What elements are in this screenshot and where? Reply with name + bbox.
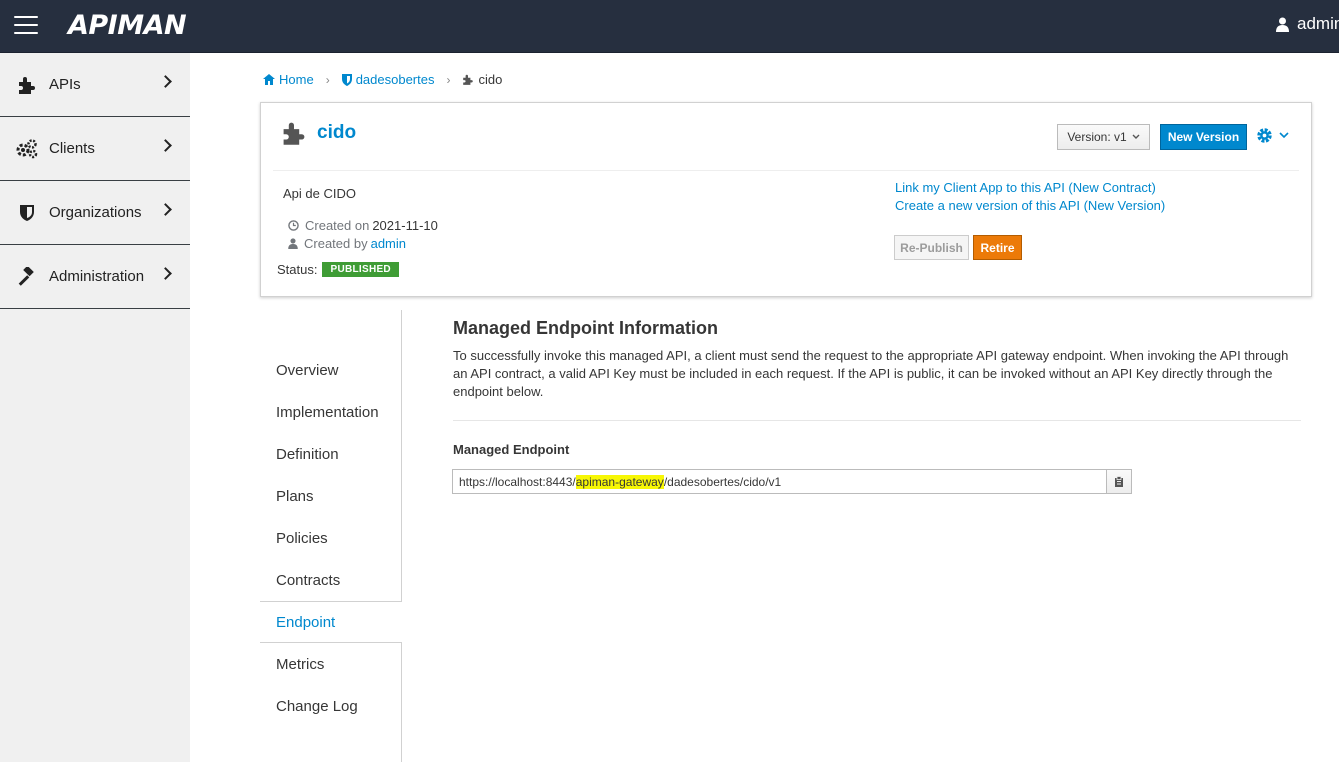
created-on-label: Created on — [305, 218, 370, 233]
breadcrumb-current: cido — [462, 72, 502, 87]
tab-endpoint[interactable]: Endpoint — [260, 601, 402, 643]
created-on-value: 2021-11-10 — [372, 218, 438, 233]
tab-contracts[interactable]: Contracts — [260, 559, 402, 601]
copy-button[interactable] — [1106, 469, 1132, 494]
settings-dropdown[interactable] — [1256, 127, 1289, 144]
breadcrumb-api-label: cido — [478, 72, 503, 87]
tab-implementation[interactable]: Implementation — [260, 391, 402, 433]
clipboard-icon — [1115, 475, 1123, 487]
sidebar-item-label: Organizations — [49, 204, 142, 221]
section-title: Managed Endpoint Information — [453, 318, 718, 338]
api-title: cido — [281, 121, 356, 145]
created-by: Created by admin — [288, 236, 406, 251]
gear-icon — [1257, 128, 1272, 143]
new-version-link[interactable]: Create a new version of this API (New Ve… — [895, 197, 1165, 215]
section-description: To successfully invoke this managed API,… — [453, 348, 1289, 399]
endpoint-url-prefix: https://localhost:8443/ — [459, 474, 576, 489]
breadcrumb-organization[interactable]: dadesobertes — [341, 72, 435, 87]
divider — [453, 420, 1301, 421]
sidebar-item-label: Clients — [49, 140, 95, 157]
tab-definition[interactable]: Definition — [260, 433, 402, 475]
version-label: Version: v1 — [1067, 130, 1127, 144]
puzzle-icon — [16, 74, 38, 96]
republish-button[interactable]: Re-Publish — [894, 235, 969, 260]
sidebar-item-organizations[interactable]: Organizations — [0, 181, 190, 245]
puzzle-icon — [283, 122, 305, 145]
managed-endpoint-label: Managed Endpoint — [453, 442, 570, 457]
chevron-right-icon — [159, 75, 172, 88]
breadcrumb-separator: › — [446, 72, 451, 87]
user-icon — [1276, 17, 1289, 32]
created-by-link[interactable]: admin — [371, 236, 406, 251]
tab-policies[interactable]: Policies — [260, 517, 402, 559]
action-links: Link my Client App to this API (New Cont… — [895, 179, 1165, 215]
sidebar-item-apis[interactable]: APIs — [0, 53, 190, 117]
chevron-right-icon — [159, 267, 172, 280]
gavel-icon — [16, 266, 38, 288]
api-status: Status: PUBLISHED — [277, 262, 399, 277]
new-contract-link[interactable]: Link my Client App to this API (New Cont… — [895, 179, 1165, 197]
home-icon — [263, 74, 275, 85]
status-badge: PUBLISHED — [322, 262, 399, 277]
api-name: cido — [317, 122, 357, 143]
shield-icon — [341, 73, 352, 86]
brand-text: APIMAN — [68, 9, 187, 41]
new-version-button[interactable]: New Version — [1160, 124, 1247, 150]
sidebar-item-label: APIs — [49, 76, 81, 93]
retire-button[interactable]: Retire — [973, 235, 1022, 260]
status-label: Status: — [277, 262, 318, 277]
endpoint-url-highlight: apiman-gateway — [575, 474, 664, 489]
created-on: Created on 2021-11-10 — [288, 218, 438, 233]
puzzle-icon — [463, 74, 474, 85]
gears-icon — [16, 138, 38, 160]
user-menu[interactable]: admin — [1276, 14, 1339, 34]
managed-endpoint-field[interactable]: https://localhost:8443/apiman-gateway/da… — [452, 469, 1107, 494]
sidebar-item-administration[interactable]: Administration — [0, 245, 190, 309]
breadcrumb-home[interactable]: Home — [263, 72, 314, 87]
sidebar-item-clients[interactable]: Clients — [0, 117, 190, 181]
brand-logo[interactable]: APIMAN — [68, 9, 187, 41]
chevron-right-icon — [159, 203, 172, 216]
breadcrumb-home-label: Home — [279, 72, 314, 87]
user-name: admin — [1297, 14, 1339, 33]
chevron-down-icon — [1132, 134, 1140, 139]
chevron-right-icon — [159, 139, 172, 152]
breadcrumb-separator: › — [325, 72, 330, 87]
divider — [273, 170, 1299, 171]
top-navbar: APIMAN admin — [0, 0, 1339, 53]
user-icon — [288, 238, 298, 249]
tab-metrics[interactable]: Metrics — [260, 643, 402, 685]
chevron-down-icon — [1279, 132, 1289, 139]
breadcrumb: Home › dadesobertes › cido — [263, 72, 502, 87]
api-summary-card: cido Version: v1 New Version Api de CIDO… — [260, 102, 1312, 297]
created-by-label: Created by — [304, 236, 368, 251]
breadcrumb-org-label: dadesobertes — [355, 72, 435, 87]
shield-icon — [16, 202, 38, 224]
hamburger-menu-icon[interactable] — [14, 16, 38, 34]
tab-overview[interactable]: Overview — [260, 349, 402, 391]
api-description: Api de CIDO — [283, 186, 356, 201]
clock-icon — [288, 220, 299, 231]
sidebar: APIs Clients Organizations Administratio… — [0, 53, 190, 762]
tab-plans[interactable]: Plans — [260, 475, 402, 517]
sidebar-item-label: Administration — [49, 268, 145, 285]
tab-change-log[interactable]: Change Log — [260, 685, 402, 727]
endpoint-url-suffix: /dadesobertes/cido/v1 — [663, 474, 782, 489]
version-dropdown[interactable]: Version: v1 — [1057, 124, 1150, 150]
